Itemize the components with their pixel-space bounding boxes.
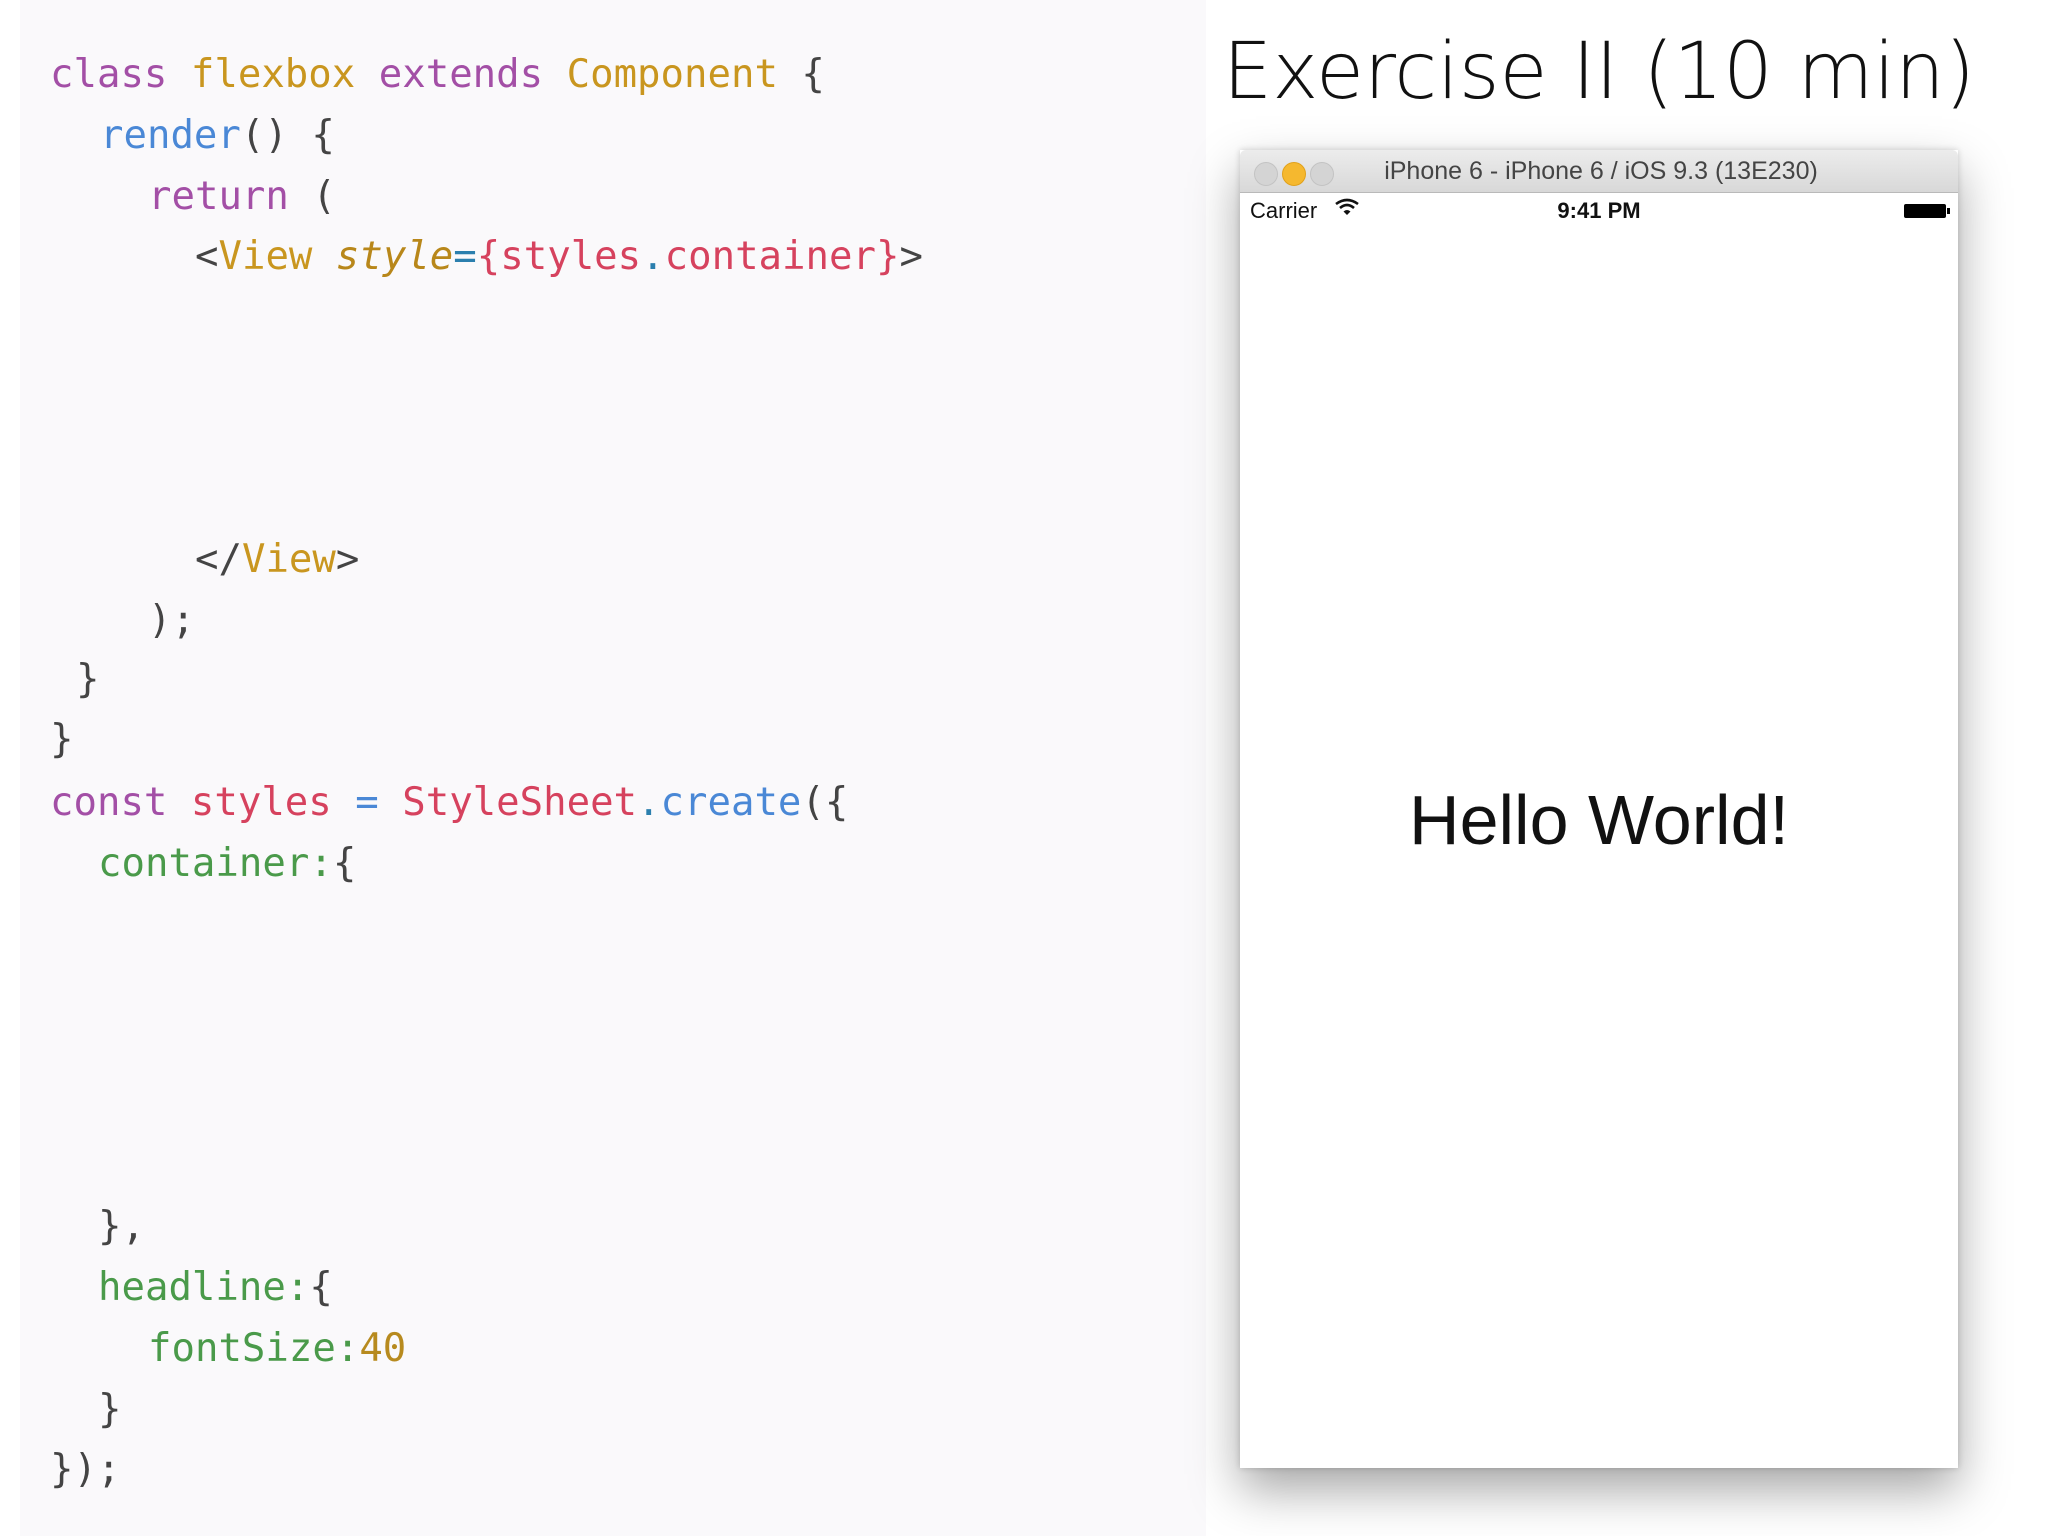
code-line-2: render() { (100, 106, 335, 166)
punctuation: } (76, 657, 100, 702)
code-line-12: headline:{ (98, 1258, 333, 1318)
simulator-window-title: iPhone 6 - iPhone 6 / iOS 9.3 (13E230) (1384, 157, 1818, 185)
code-line-15: }); (50, 1440, 120, 1500)
punctuation: }); (50, 1447, 121, 1492)
punctuation: < (195, 234, 219, 279)
property: fontSize: (148, 1326, 360, 1371)
property: container (664, 234, 876, 279)
code-panel: class flexbox extends Component { render… (20, 0, 1206, 1536)
punctuation: </ (195, 537, 242, 582)
punctuation: } (98, 1387, 122, 1432)
battery-icon (1904, 204, 1950, 218)
keyword: extends (378, 52, 544, 97)
punctuation: . (641, 234, 665, 279)
hello-world-text: Hello World! (1409, 781, 1789, 859)
class-name: StyleSheet (402, 780, 638, 825)
class-name: flexbox (190, 52, 356, 97)
punctuation: { (801, 52, 825, 97)
punctuation: { (309, 1265, 333, 1310)
punctuation: ({ (801, 780, 849, 825)
jsx-tag: View (218, 234, 313, 279)
punctuation: . (637, 780, 661, 825)
punctuation: () { (240, 113, 335, 158)
keyword: class (50, 52, 168, 97)
property: container: (98, 841, 333, 886)
punctuation: ( (312, 174, 336, 219)
number: 40 (359, 1326, 407, 1371)
code-line-9: const styles = StyleSheet.create({ (50, 773, 848, 833)
punctuation: > (899, 234, 923, 279)
punctuation: } (50, 717, 74, 762)
code-line-4: <View style={styles.container}> (195, 227, 923, 287)
code-line-7: } (76, 650, 99, 710)
code-line-10: container:{ (98, 834, 356, 894)
code-line-1: class flexbox extends Component { (50, 45, 825, 105)
punctuation: ); (148, 598, 195, 643)
keyword: const (50, 780, 168, 825)
operator: = (355, 780, 379, 825)
simulator-window[interactable]: iPhone 6 - iPhone 6 / iOS 9.3 (13E230) C… (1240, 150, 1958, 1468)
jsx-attribute: style (335, 234, 454, 279)
parent-class: Component (566, 52, 778, 97)
variable: styles (190, 780, 332, 825)
code-line-8: } (50, 710, 73, 770)
code-line-6: ); (148, 591, 195, 651)
code-line-14: } (98, 1380, 121, 1440)
code-line-5: </View> (195, 530, 359, 590)
property: headline: (98, 1265, 310, 1310)
punctuation: { (332, 841, 357, 886)
function-name: create (660, 780, 802, 825)
code-line-3: return ( (148, 167, 336, 227)
code-line-13: fontSize:40 (148, 1319, 406, 1379)
status-time: 9:41 PM (1557, 198, 1641, 223)
jsx-tag: View (241, 537, 336, 582)
ios-status-bar: Carrier 9:41 PM (1240, 192, 1958, 230)
code-line-11: }, (98, 1197, 145, 1257)
simulator-titlebar[interactable]: iPhone 6 - iPhone 6 / iOS 9.3 (13E230) (1240, 150, 1958, 193)
punctuation: } (875, 234, 900, 279)
function-name: render (100, 113, 241, 158)
punctuation: = (453, 234, 477, 279)
punctuation: > (335, 537, 360, 582)
variable: styles (500, 234, 642, 279)
punctuation: }, (98, 1204, 145, 1249)
punctuation: { (476, 234, 501, 279)
slide-title: Exercise II (10 min) (1222, 27, 1976, 117)
keyword: return (148, 174, 289, 219)
